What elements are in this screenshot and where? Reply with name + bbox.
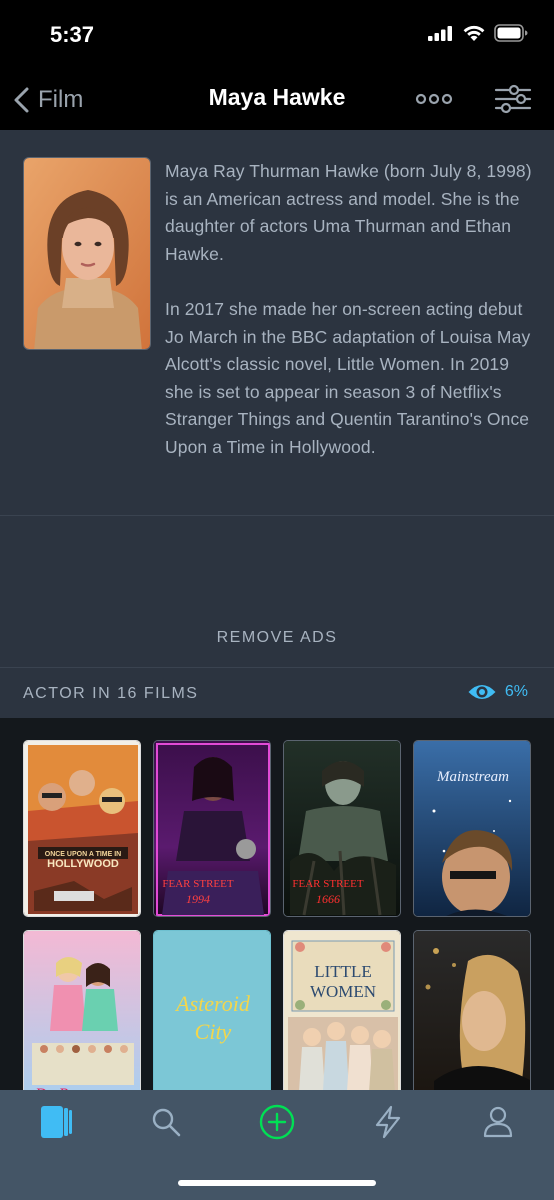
watched-percentage[interactable]: 6% bbox=[467, 682, 528, 702]
bio-text: Maya Ray Thurman Hawke (born July 8, 199… bbox=[165, 158, 533, 489]
svg-text:LITTLE: LITTLE bbox=[314, 962, 372, 981]
tab-profile[interactable] bbox=[468, 1102, 528, 1142]
svg-text:FEAR STREET: FEAR STREET bbox=[292, 878, 363, 890]
film-poster[interactable]: Asteroid City bbox=[153, 930, 271, 1090]
films-count-label[interactable]: ACTOR IN 16 FILMS bbox=[23, 685, 198, 703]
profile-icon bbox=[483, 1106, 513, 1138]
status-icons bbox=[428, 24, 528, 42]
svg-text:Mainstream: Mainstream bbox=[436, 769, 509, 785]
svg-text:HOLLYWOOD: HOLLYWOOD bbox=[47, 858, 119, 870]
svg-text:ONCE UPON A TIME IN: ONCE UPON A TIME IN bbox=[45, 851, 121, 858]
add-icon bbox=[259, 1104, 295, 1140]
activity-icon bbox=[375, 1105, 401, 1139]
tab-activity[interactable] bbox=[358, 1102, 418, 1142]
filter-button[interactable] bbox=[494, 84, 532, 114]
tab-search[interactable] bbox=[136, 1102, 196, 1142]
film-poster[interactable]: ONCE UPON A TIME IN HOLLYWOOD bbox=[23, 740, 141, 917]
cellular-signal-icon bbox=[428, 26, 452, 41]
tab-films[interactable] bbox=[26, 1102, 86, 1142]
watched-percent-value: 6% bbox=[504, 683, 528, 700]
search-icon bbox=[152, 1108, 181, 1137]
page-title: Maya Hawke bbox=[208, 84, 346, 110]
more-button[interactable] bbox=[414, 88, 454, 110]
film-poster[interactable]: FEAR STREET 1666 bbox=[283, 740, 401, 917]
film-poster[interactable]: ITALIAN bbox=[413, 930, 531, 1090]
svg-text:FEAR STREET: FEAR STREET bbox=[162, 878, 233, 890]
more-dots-icon bbox=[415, 93, 453, 105]
film-poster[interactable]: Mainstream bbox=[413, 740, 531, 917]
actor-photo bbox=[23, 157, 151, 350]
svg-text:City: City bbox=[195, 1019, 232, 1044]
films-header: ACTOR IN 16 FILMS 6% bbox=[0, 668, 554, 718]
bio-paragraph-1: Maya Ray Thurman Hawke (born July 8, 199… bbox=[165, 161, 532, 264]
film-poster[interactable]: Do Revenge bbox=[23, 930, 141, 1090]
films-grid: ONCE UPON A TIME IN HOLLYWOOD FEAR STREE… bbox=[0, 718, 554, 1090]
films-tab-icon bbox=[41, 1106, 72, 1138]
status-bar: 5:37 bbox=[0, 0, 554, 70]
svg-text:1994: 1994 bbox=[186, 892, 210, 906]
svg-text:WOMEN: WOMEN bbox=[310, 982, 376, 1001]
svg-text:1666: 1666 bbox=[316, 892, 340, 906]
tab-add[interactable] bbox=[247, 1102, 307, 1142]
film-poster[interactable]: FEAR STREET 1994 bbox=[153, 740, 271, 917]
ads-section: REMOVE ADS bbox=[0, 516, 554, 668]
bio-paragraph-2: In 2017 she made her on-screen acting de… bbox=[165, 298, 531, 457]
navigation-bar: Film Maya Hawke bbox=[0, 70, 554, 130]
filter-sliders-icon bbox=[494, 84, 532, 114]
battery-icon bbox=[494, 24, 528, 42]
home-indicator bbox=[178, 1180, 376, 1186]
status-time: 5:37 bbox=[50, 22, 95, 47]
content-area: Maya Ray Thurman Hawke (born July 8, 199… bbox=[0, 130, 554, 1090]
bio-section: Maya Ray Thurman Hawke (born July 8, 199… bbox=[0, 130, 554, 516]
eye-icon bbox=[468, 685, 496, 699]
remove-ads-button[interactable]: REMOVE ADS bbox=[0, 629, 554, 647]
wifi-icon bbox=[463, 25, 485, 41]
film-poster[interactable]: LITTLE WOMEN bbox=[283, 930, 401, 1090]
svg-text:Asteroid: Asteroid bbox=[174, 991, 251, 1016]
